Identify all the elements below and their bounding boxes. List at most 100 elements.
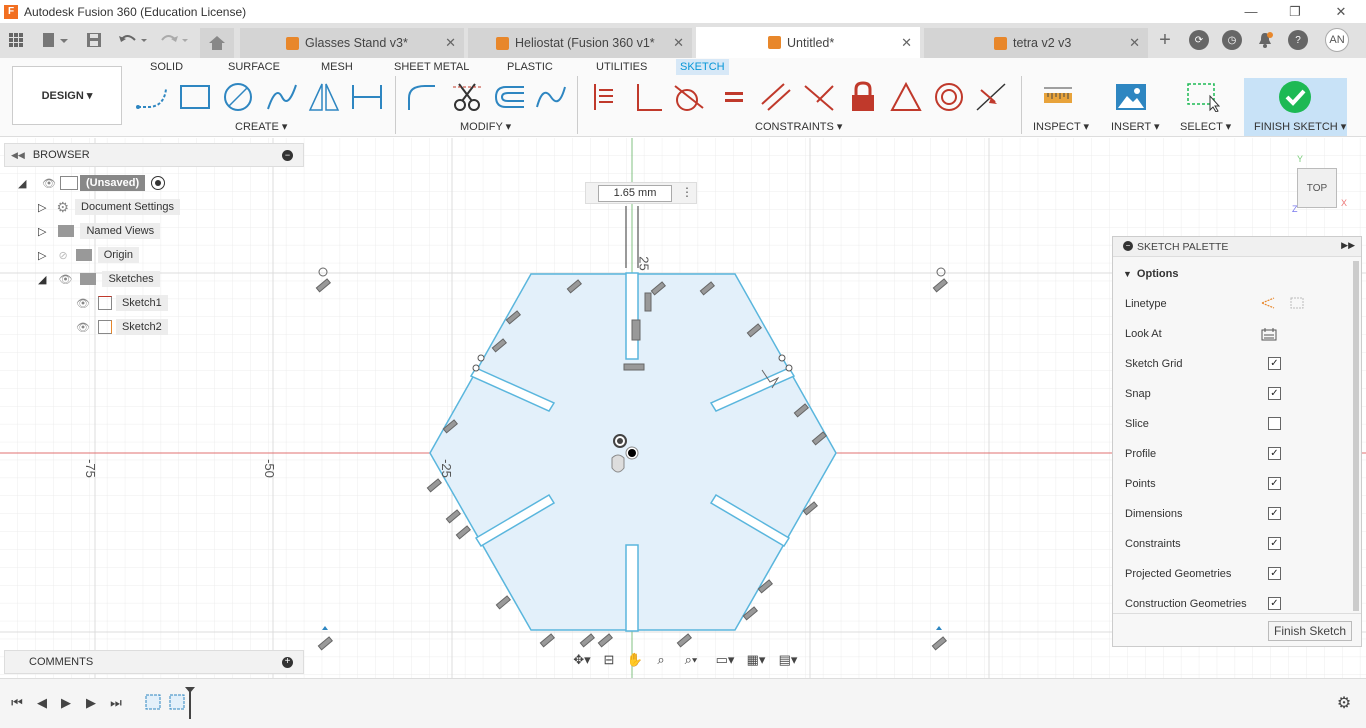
circle-tool-icon[interactable] bbox=[220, 80, 256, 114]
option-snap[interactable]: Snap bbox=[1125, 384, 1151, 404]
line-tool-icon[interactable] bbox=[134, 80, 170, 114]
save-icon[interactable] bbox=[83, 29, 105, 51]
new-tab-icon[interactable]: + bbox=[1154, 29, 1176, 51]
slice-checkbox[interactable] bbox=[1268, 417, 1281, 430]
comments-panel-header[interactable]: COMMENTS + bbox=[4, 650, 304, 674]
collapse-triangle-icon[interactable]: ◢ bbox=[38, 273, 46, 286]
coincident-constraint-icon[interactable] bbox=[586, 80, 622, 114]
tab-sketch[interactable]: SKETCH bbox=[676, 59, 729, 75]
extensions-icon[interactable]: ⟳ bbox=[1189, 30, 1209, 50]
fix-constraint-lock-icon[interactable] bbox=[845, 80, 881, 114]
centerline-linetype-icon[interactable] bbox=[1289, 296, 1305, 310]
tab-untitled[interactable]: Untitled* ✕ bbox=[696, 27, 920, 58]
home-icon[interactable] bbox=[200, 28, 234, 58]
points-checkbox[interactable]: ✓ bbox=[1268, 477, 1281, 490]
dimension-value-field[interactable]: 1.65 mm bbox=[598, 185, 672, 202]
midpoint-constraint-icon[interactable] bbox=[973, 80, 1009, 114]
construction-geometries-checkbox[interactable]: ✓ bbox=[1268, 597, 1281, 610]
more-options-icon[interactable]: ⋮ bbox=[681, 185, 693, 199]
viewcube[interactable]: TOP bbox=[1297, 168, 1337, 208]
panel-toggle-icon[interactable]: − bbox=[282, 149, 293, 161]
modify-menu[interactable]: MODIFY ▾ bbox=[460, 120, 511, 133]
finish-sketch-button[interactable]: FINISH SKETCH ▾ bbox=[1244, 78, 1347, 136]
timeline-marker-icon[interactable] bbox=[184, 687, 196, 719]
inspect-menu[interactable]: INSPECT ▾ bbox=[1033, 120, 1089, 133]
timeline-sketch1-icon[interactable] bbox=[144, 693, 164, 713]
create-menu[interactable]: CREATE ▾ bbox=[235, 120, 287, 133]
fit-icon[interactable]: ⌕▾ bbox=[676, 650, 706, 670]
projected-geometries-checkbox[interactable]: ✓ bbox=[1268, 567, 1281, 580]
close-tab-icon[interactable]: ✕ bbox=[445, 35, 456, 51]
timeline-settings-gear-icon[interactable]: ⚙ bbox=[1336, 695, 1352, 712]
spline-tool-icon[interactable] bbox=[264, 80, 300, 114]
go-to-end-icon[interactable]: ⏭ bbox=[108, 695, 124, 711]
option-constraints[interactable]: Constraints bbox=[1125, 534, 1181, 554]
tab-heliostat[interactable]: Heliostat (Fusion 360 v1* ✕ bbox=[468, 28, 692, 58]
option-projected-geometries[interactable]: Projected Geometries bbox=[1125, 564, 1231, 584]
visibility-eye-icon[interactable]: 👁 bbox=[76, 297, 90, 310]
look-at-icon[interactable]: ⊟ bbox=[598, 650, 620, 670]
offset-tool-icon[interactable] bbox=[491, 80, 527, 114]
play-icon[interactable]: ▶ bbox=[58, 695, 74, 711]
redo-icon[interactable] bbox=[156, 29, 190, 51]
browser-item-sketch2[interactable]: 👁 Sketch2 bbox=[76, 317, 168, 337]
options-section[interactable]: ▼ Options bbox=[1123, 264, 1178, 284]
close-tab-icon[interactable]: ✕ bbox=[1129, 35, 1140, 51]
perpendicular-constraint-icon[interactable] bbox=[629, 80, 665, 114]
symmetry-constraint-icon[interactable] bbox=[888, 80, 924, 114]
file-menu-icon[interactable] bbox=[38, 29, 72, 51]
look-at-icon[interactable] bbox=[1261, 327, 1277, 341]
browser-item-named-views[interactable]: ▷ Named Views bbox=[38, 221, 161, 241]
collapse-panel-icon[interactable]: ◀◀ bbox=[11, 150, 25, 161]
viewports-icon[interactable]: ▤▾ bbox=[773, 650, 803, 670]
equal-constraint-icon[interactable] bbox=[716, 80, 752, 114]
collinear-constraint-icon[interactable] bbox=[801, 80, 837, 114]
pan-hand-icon[interactable]: ✋ bbox=[624, 650, 646, 670]
restore-button[interactable]: ❐ bbox=[1272, 0, 1318, 23]
close-button[interactable]: ✕ bbox=[1318, 0, 1364, 23]
undo-icon[interactable] bbox=[115, 29, 149, 51]
palette-expand-icon[interactable]: ▶▶ bbox=[1341, 240, 1355, 251]
tab-utilities[interactable]: UTILITIES bbox=[592, 59, 651, 75]
constraints-checkbox[interactable]: ✓ bbox=[1268, 537, 1281, 550]
browser-panel-header[interactable]: ◀◀ BROWSER − bbox=[4, 143, 304, 167]
curve-tool-icon[interactable] bbox=[533, 80, 569, 114]
visibility-eye-icon[interactable]: 👁 bbox=[42, 177, 56, 190]
parallel-constraint-icon[interactable] bbox=[758, 80, 794, 114]
tab-surface[interactable]: SURFACE bbox=[224, 59, 284, 75]
hidden-eye-icon[interactable]: ⊘ bbox=[58, 249, 67, 262]
collapse-triangle-icon[interactable]: ◢ bbox=[18, 177, 32, 190]
rectangle-tool-icon[interactable] bbox=[177, 80, 213, 114]
measure-ruler-icon[interactable] bbox=[1040, 80, 1076, 114]
step-back-icon[interactable]: ◀ bbox=[34, 695, 50, 711]
option-construction-geometries[interactable]: Construction Geometries bbox=[1125, 594, 1247, 614]
mirror-tool-icon[interactable] bbox=[306, 80, 342, 114]
workspace-switcher[interactable]: DESIGN ▾ bbox=[12, 66, 122, 125]
palette-scrollbar[interactable] bbox=[1353, 261, 1359, 611]
tangent-constraint-icon[interactable] bbox=[671, 80, 707, 114]
zoom-icon[interactable]: ⌕ bbox=[650, 650, 672, 670]
activate-component-icon[interactable] bbox=[151, 176, 166, 190]
tab-plastic[interactable]: PLASTIC bbox=[503, 59, 557, 75]
finish-sketch-palette-button[interactable]: Finish Sketch bbox=[1268, 621, 1352, 641]
tab-mesh[interactable]: MESH bbox=[317, 59, 357, 75]
notifications-bell-icon[interactable] bbox=[1254, 29, 1276, 51]
tab-sheet-metal[interactable]: SHEET METAL bbox=[390, 59, 473, 75]
option-profile[interactable]: Profile bbox=[1125, 444, 1156, 464]
expand-triangle-icon[interactable]: ▷ bbox=[38, 225, 46, 238]
visibility-eye-icon[interactable]: 👁 bbox=[58, 273, 72, 286]
concentric-constraint-icon[interactable] bbox=[931, 80, 967, 114]
constraints-menu[interactable]: CONSTRAINTS ▾ bbox=[755, 120, 842, 133]
display-settings-icon[interactable]: ▭▾ bbox=[710, 650, 740, 670]
construction-linetype-icon[interactable] bbox=[1260, 296, 1276, 310]
expand-triangle-icon[interactable]: ▷ bbox=[38, 201, 46, 214]
go-to-start-icon[interactable]: ⏮ bbox=[9, 695, 25, 711]
dimension-tool-icon[interactable] bbox=[349, 80, 385, 114]
selection-window-icon[interactable] bbox=[1185, 80, 1221, 114]
browser-item-origin[interactable]: ▷ ⊘ Origin bbox=[38, 245, 140, 265]
palette-header[interactable]: − SKETCH PALETTE ▶▶ bbox=[1113, 237, 1361, 257]
user-avatar[interactable]: AN bbox=[1325, 28, 1349, 52]
browser-item-sketch1[interactable]: 👁 Sketch1 bbox=[76, 293, 168, 313]
browser-item-document-settings[interactable]: ▷ ⚙ Document Settings bbox=[38, 197, 180, 217]
insert-image-icon[interactable] bbox=[1113, 80, 1149, 114]
